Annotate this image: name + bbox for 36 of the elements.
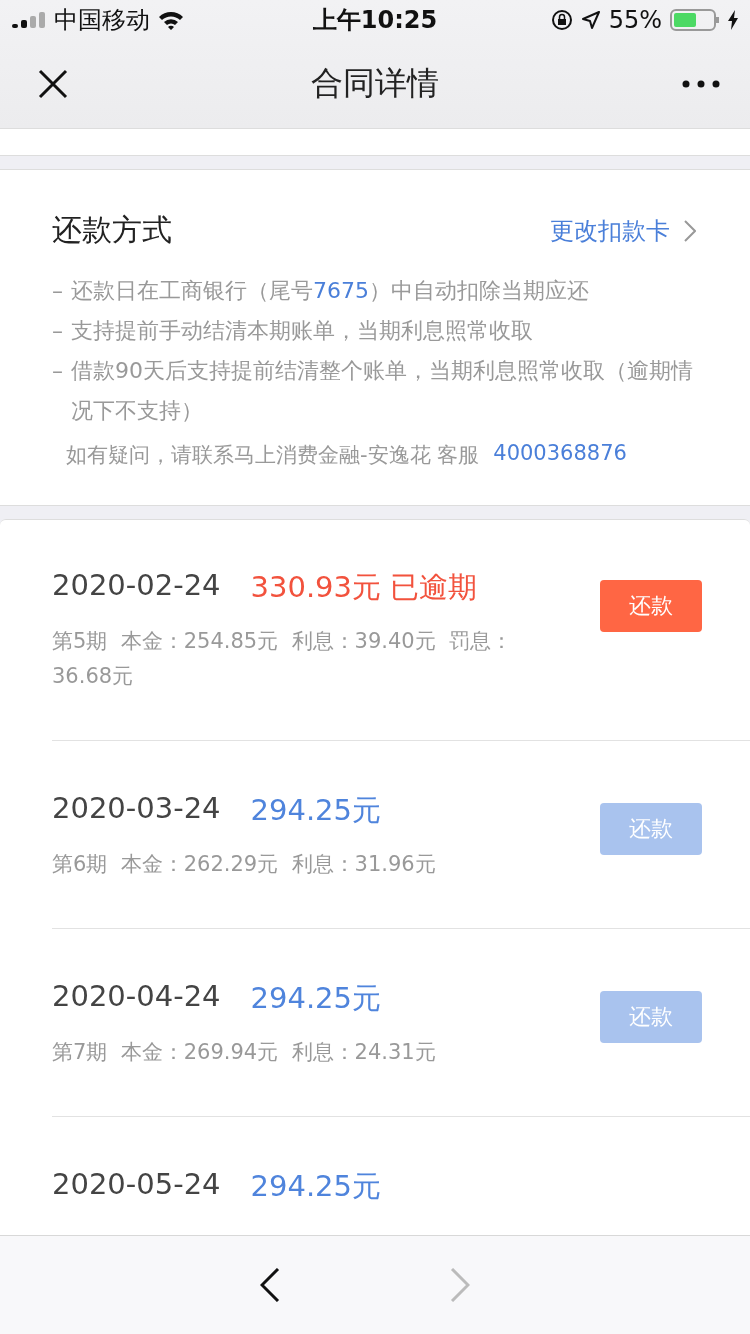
dash-mark: –	[52, 277, 63, 305]
dash-mark: –	[52, 317, 63, 345]
repay-button[interactable]: 还款	[600, 580, 702, 632]
page-title: 合同详情	[311, 63, 439, 104]
contact-text: 如有疑问，请联系马上消费金融-安逸花 客服	[66, 442, 480, 469]
carrier-name: 中国移动	[54, 5, 150, 36]
back-icon[interactable]	[260, 1268, 280, 1302]
installment-detail: 第7期 本金：269.94元 利息：24.31元	[52, 1039, 436, 1066]
clock-time: 上午10:25	[312, 5, 438, 36]
more-icon[interactable]	[682, 80, 720, 88]
due-date: 2020-05-24	[52, 1167, 221, 1203]
close-icon[interactable]	[38, 69, 68, 99]
section-title: 还款方式	[52, 211, 172, 249]
due-date: 2020-03-24	[52, 791, 221, 827]
rule-text: 还款日在工商银行（尾号7675）中自动扣除当期应还	[71, 277, 589, 305]
signal-icon	[12, 12, 46, 28]
dash-mark: –	[52, 357, 63, 385]
chevron-icon	[684, 219, 696, 242]
change-card-link[interactable]: 更改扣款卡	[550, 214, 696, 247]
due-amount: 330.93元 已逾期	[250, 569, 478, 606]
location-icon	[580, 10, 601, 30]
due-amount: 294.25元	[250, 792, 382, 829]
rule-text: 借款90天后支持提前结清整个账单，当期利息照常收取（逾期情况下不支持）	[71, 357, 694, 425]
installment-detail: 第6期 本金：262.29元 利息：31.96元	[52, 851, 436, 878]
phone-link[interactable]: 4000368876	[493, 441, 627, 469]
rotation-lock-icon	[550, 9, 573, 31]
due-date: 2020-04-24	[52, 979, 221, 1015]
charging-icon	[728, 10, 738, 30]
due-date: 2020-02-24	[52, 568, 221, 604]
battery-percent: 55%	[608, 6, 662, 34]
battery-icon	[670, 9, 720, 31]
due-amount: 294.25元	[250, 980, 382, 1017]
due-amount: 294.25元	[250, 1168, 382, 1205]
installment-detail: 第5期 本金：254.85元 利息：39.40元 罚息：36.68元	[52, 628, 513, 690]
wifi-icon	[158, 10, 184, 30]
rule-text: 支持提前手动结清本期账单，当期利息照常收取	[71, 317, 533, 345]
